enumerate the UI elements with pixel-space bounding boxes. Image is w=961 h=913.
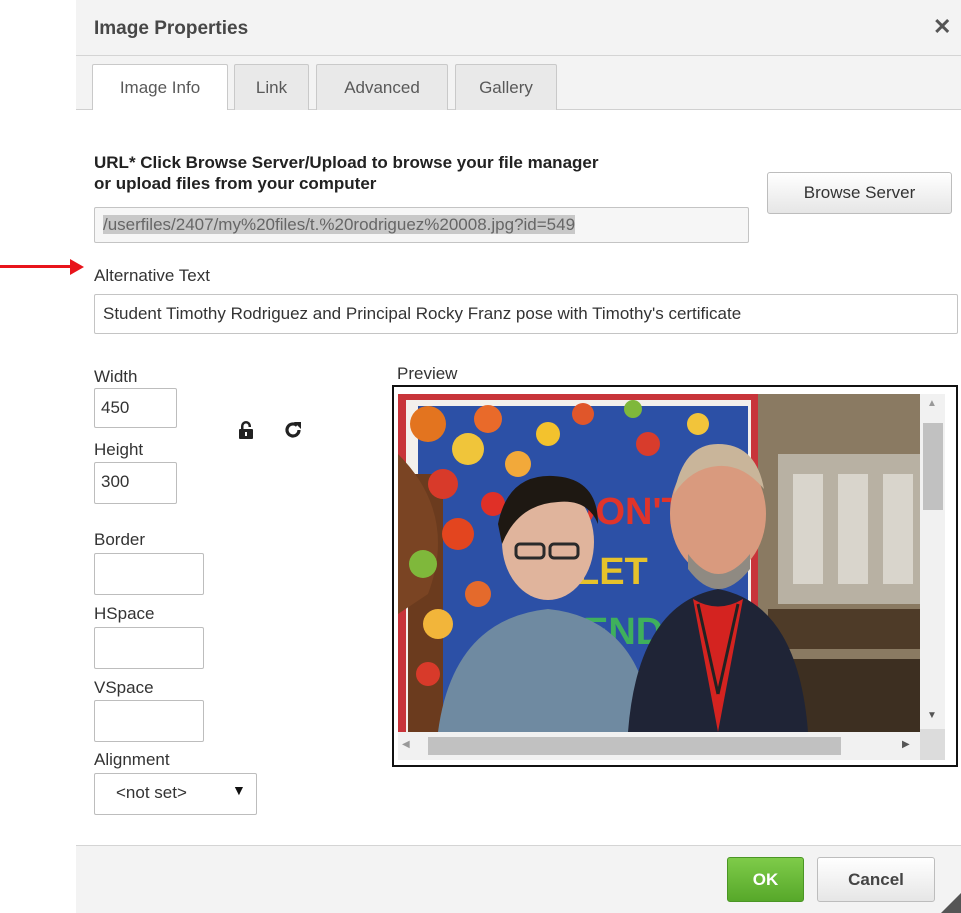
chevron-down-icon: ▼: [232, 782, 246, 798]
alignment-select[interactable]: <not set> ▼: [94, 773, 257, 815]
border-label: Border: [94, 530, 146, 549]
scroll-down-icon[interactable]: ▼: [927, 710, 937, 721]
url-label-line-1: URL* Click Browse Server/Upload to brows…: [94, 153, 599, 172]
tab-image-info[interactable]: Image Info: [92, 64, 228, 111]
url-input-value: /userfiles/2407/my%20files/t.%20rodrigue…: [103, 215, 576, 234]
scroll-up-icon[interactable]: ▲: [927, 398, 937, 409]
height-label: Height: [94, 440, 144, 459]
scroll-right-icon[interactable]: ▶: [902, 739, 910, 750]
tab-gallery[interactable]: Gallery: [455, 64, 557, 110]
scroll-left-icon[interactable]: ◀: [402, 739, 410, 750]
alignment-selected-value: <not set>: [116, 783, 187, 802]
browse-server-button[interactable]: Browse Server: [767, 172, 952, 214]
scrollbar-corner: [920, 729, 945, 760]
height-input[interactable]: 300: [94, 462, 177, 504]
alt-text-label: Alternative Text: [94, 266, 210, 285]
close-icon[interactable]: ✕: [933, 16, 951, 38]
url-input[interactable]: /userfiles/2407/my%20files/t.%20rodrigue…: [94, 207, 749, 243]
border-input[interactable]: [94, 553, 204, 595]
tab-advanced[interactable]: Advanced: [316, 64, 448, 110]
annotation-arrow-head: [70, 259, 84, 275]
alt-text-input[interactable]: Student Timothy Rodriguez and Principal …: [94, 294, 958, 334]
resize-grip-icon[interactable]: [941, 893, 961, 913]
hspace-input[interactable]: [94, 627, 204, 669]
url-label: URL* Click Browse Server/Upload to brows…: [94, 152, 774, 194]
preview-image: DON'T LET END: [398, 394, 920, 732]
preview-frame: DON'T LET END: [392, 385, 958, 767]
reset-size-icon[interactable]: [283, 420, 303, 440]
lock-icon[interactable]: [238, 420, 254, 440]
preview-label: Preview: [397, 364, 458, 383]
tab-link[interactable]: Link: [234, 64, 309, 110]
url-label-line-2: or upload files from your computer: [94, 174, 377, 193]
vspace-label: VSpace: [94, 678, 154, 697]
ok-button[interactable]: OK: [727, 857, 804, 902]
hspace-label: HSpace: [94, 604, 155, 623]
annotation-arrow-shaft: [0, 265, 72, 268]
cancel-button[interactable]: Cancel: [817, 857, 935, 902]
width-label: Width: [94, 367, 138, 386]
vspace-input[interactable]: [94, 700, 204, 742]
dialog-title: Image Properties: [94, 18, 249, 39]
preview-horizontal-scroll-thumb[interactable]: [428, 737, 841, 755]
alignment-label: Alignment: [94, 750, 170, 769]
preview-vertical-scroll-thumb[interactable]: [923, 423, 943, 510]
width-input[interactable]: 450: [94, 388, 177, 428]
